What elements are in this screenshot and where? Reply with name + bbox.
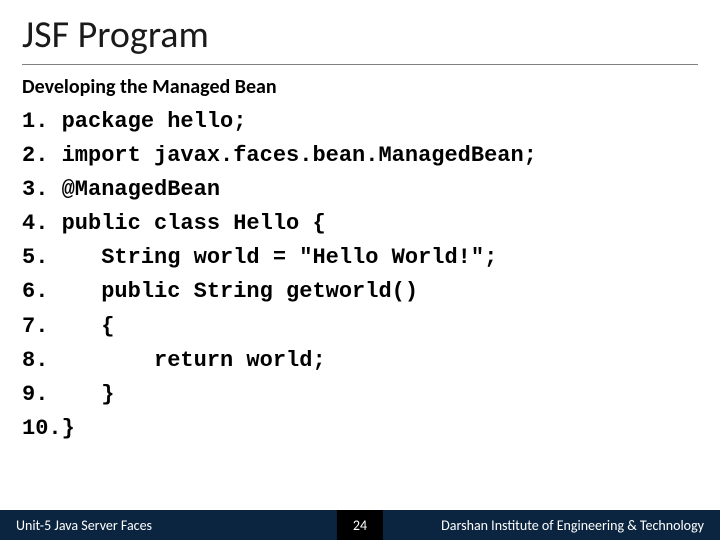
footer-page-number: 24 bbox=[337, 510, 383, 540]
slide-title: JSF Program bbox=[22, 12, 698, 64]
title-divider bbox=[22, 64, 698, 65]
section-subhead: Developing the Managed Bean bbox=[22, 75, 698, 99]
footer-left: Unit-5 Java Server Faces bbox=[0, 517, 152, 534]
slide-footer: Unit-5 Java Server Faces 24 Darshan Inst… bbox=[0, 510, 720, 540]
slide: JSF Program Developing the Managed Bean … bbox=[0, 0, 720, 540]
footer-right: Darshan Institute of Engineering & Techn… bbox=[441, 517, 704, 534]
code-block: 1. package hello; 2. import javax.faces.… bbox=[22, 105, 698, 446]
